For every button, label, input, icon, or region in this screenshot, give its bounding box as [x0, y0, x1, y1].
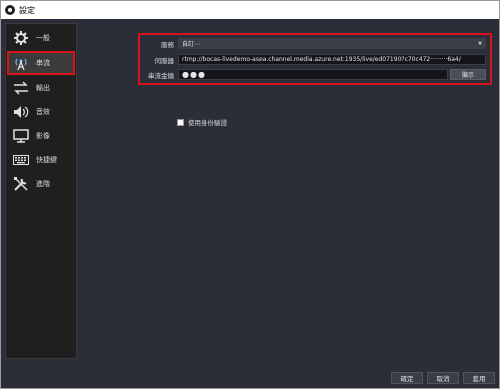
sidebar-item-advanced[interactable]: 進階 [8, 174, 74, 194]
stream-settings-panel: 服務 自訂⋯ ▼ 伺服器 rtmp://bocas-livedemo-asea.… [83, 23, 495, 359]
stream-key-input[interactable]: ●●● [178, 69, 448, 80]
sidebar-item-hotkeys[interactable]: 快捷鍵 [8, 150, 74, 170]
sidebar-item-label: 快捷鍵 [36, 156, 57, 164]
server-row: 伺服器 rtmp://bocas-livedemo-asea.channel.m… [138, 54, 486, 65]
cancel-button[interactable]: 取消 [427, 372, 459, 384]
settings-content: 一般 串流 輸出 音效 影像 快捷鍵 進階 服務 自訂⋯ ▼ 伺服器 rtmp:… [1, 19, 499, 388]
ok-button[interactable]: 確定 [391, 372, 423, 384]
sidebar-item-stream[interactable]: 串流 [7, 51, 75, 75]
obs-app-icon [5, 5, 15, 15]
service-row: 服務 自訂⋯ ▼ [138, 38, 486, 49]
keyboard-icon [12, 152, 30, 168]
dialog-buttons: 確定 取消 套用 [387, 372, 495, 384]
sidebar-item-label: 串流 [36, 59, 50, 67]
broadcast-icon [12, 55, 30, 71]
sidebar-item-video[interactable]: 影像 [8, 126, 74, 146]
sidebar-item-label: 音效 [36, 108, 50, 116]
stream-key-value: ●●● [182, 70, 206, 79]
settings-sidebar: 一般 串流 輸出 音效 影像 快捷鍵 進階 [5, 23, 77, 359]
service-value: 自訂⋯ [182, 41, 201, 48]
sidebar-item-label: 進階 [36, 180, 50, 188]
service-select[interactable]: 自訂⋯ ▼ [178, 38, 486, 49]
tools-icon [12, 176, 30, 192]
server-input[interactable]: rtmp://bocas-livedemo-asea.channel.media… [178, 54, 486, 65]
auth-checkbox-label: 使用身份驗證 [188, 119, 227, 127]
server-value: rtmp://bocas-livedemo-asea.channel.media… [182, 56, 461, 63]
sidebar-item-label: 一般 [36, 34, 50, 42]
gear-icon [12, 30, 30, 46]
chevron-down-icon: ▼ [478, 41, 482, 47]
show-key-button[interactable]: 顯示 [450, 69, 486, 80]
output-icon [12, 80, 30, 96]
server-label: 伺服器 [154, 56, 175, 65]
auth-checkbox-row[interactable]: 使用身份驗證 [177, 117, 227, 127]
auth-checkbox[interactable] [177, 118, 184, 126]
sidebar-item-output[interactable]: 輸出 [8, 78, 74, 98]
sidebar-item-general[interactable]: 一般 [8, 28, 74, 48]
monitor-icon [12, 128, 30, 144]
sidebar-item-label: 輸出 [36, 84, 50, 92]
settings-window: 設定 一般 串流 輸出 音效 影像 快捷鍵 進階 服務 自訂⋯ ▼ 伺服器 rt… [0, 0, 500, 389]
sidebar-item-audio[interactable]: 音效 [8, 102, 74, 122]
title-bar: 設定 [1, 1, 499, 19]
speaker-icon [12, 104, 30, 120]
apply-button[interactable]: 套用 [463, 372, 495, 384]
stream-key-label: 串流金鑰 [148, 71, 174, 80]
sidebar-item-label: 影像 [36, 132, 50, 140]
service-label: 服務 [161, 40, 174, 49]
stream-key-row: 串流金鑰 ●●● 顯示 [138, 69, 486, 80]
window-title: 設定 [19, 5, 35, 15]
